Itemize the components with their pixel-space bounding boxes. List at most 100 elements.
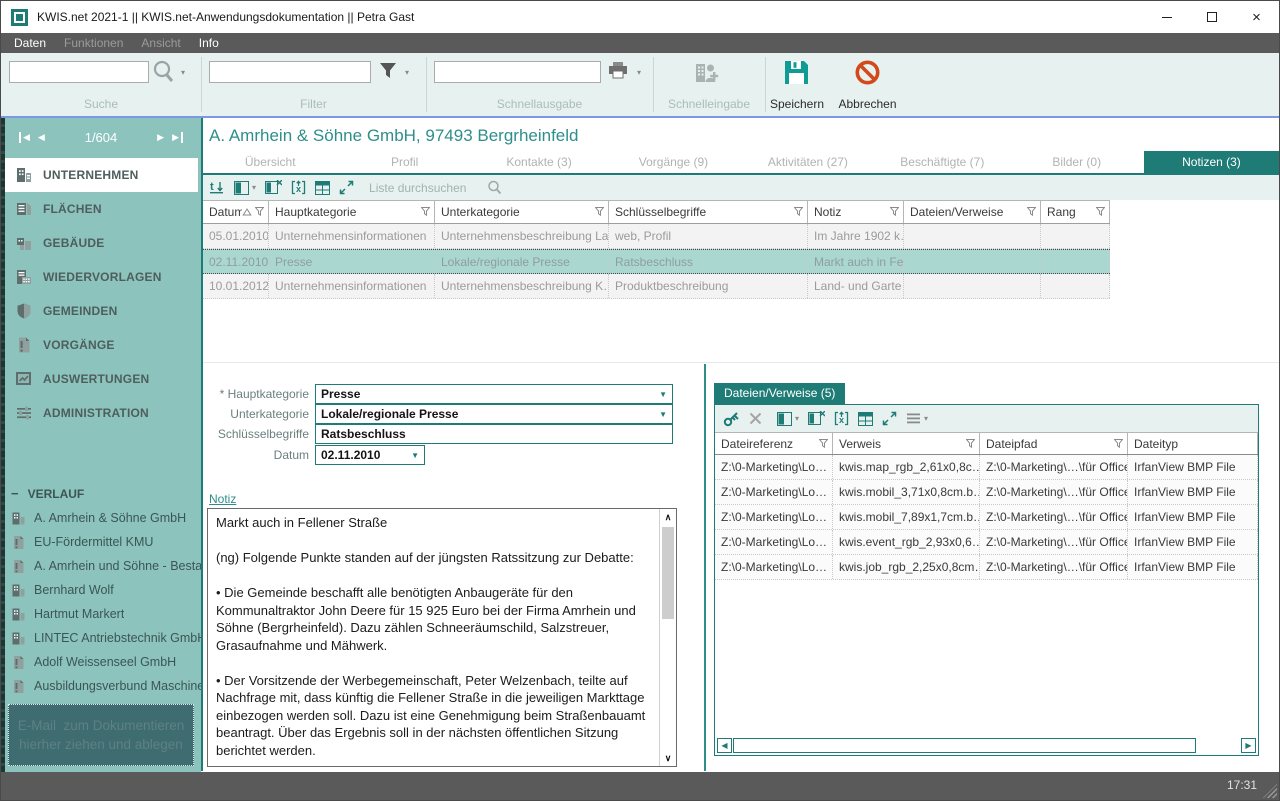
files-hscrollbar[interactable]: ◀ ▶ <box>717 738 1256 753</box>
hauptkategorie-select[interactable]: Presse ▼ <box>315 384 673 404</box>
scroll-right-icon[interactable]: ▶ <box>1241 738 1256 753</box>
menu-item-daten[interactable]: Daten <box>5 33 55 53</box>
column-chooser-icon[interactable] <box>777 412 792 426</box>
sidebar-item-unternehmen[interactable]: UNTERNEHMEN <box>5 158 198 192</box>
menu-item-funktionen[interactable]: Funktionen <box>55 33 132 53</box>
save-icon[interactable] <box>783 59 810 86</box>
column-chooser-icon[interactable] <box>234 181 249 195</box>
tab-vorgange-9[interactable]: Vorgänge (9) <box>606 151 740 173</box>
column-header-rang[interactable]: Rang <box>1041 201 1110 223</box>
table-row[interactable]: Z:\0-Marketing\Lo…kwis.event_rgb_2,93x0,… <box>715 530 1258 555</box>
verlauf-item-eu-fordermittel-kmu[interactable]: EU-Fördermittel KMU <box>1 530 201 554</box>
panel-splitter[interactable] <box>704 364 706 771</box>
cancel-icon[interactable] <box>854 59 881 86</box>
menu-item-info[interactable]: Info <box>190 33 228 53</box>
filter-dropdown-icon[interactable]: ▾ <box>405 68 409 77</box>
search-input[interactable] <box>9 61 149 83</box>
verlauf-header[interactable]: − VERLAUF <box>1 486 201 501</box>
save-button[interactable]: Speichern <box>765 97 829 111</box>
list-search-input[interactable] <box>369 181 487 195</box>
schluesselbegriffe-input[interactable]: Ratsbeschluss <box>315 424 673 444</box>
column-chooser-dropdown-icon[interactable]: ▾ <box>795 414 799 423</box>
cancel-button[interactable]: Abbrechen <box>831 97 904 111</box>
hscrollbar-track[interactable] <box>733 738 1196 753</box>
scroll-left-icon[interactable]: ◀ <box>717 738 732 753</box>
previous-record-button[interactable]: ◀ <box>34 132 49 143</box>
sidebar-item-auswertungen[interactable]: AUSWERTUNGEN <box>5 362 198 396</box>
remove-column-icon[interactable] <box>808 411 825 426</box>
verlauf-item-hartmut-markert[interactable]: Hartmut Markert <box>1 602 201 626</box>
maximize-button[interactable] <box>1189 1 1234 33</box>
table-row[interactable]: 02.11.2010PresseLokale/regionale PresseR… <box>203 249 1110 274</box>
notiz-textarea[interactable]: Markt auch in Fellener Straße (ng) Folge… <box>207 508 677 767</box>
verlauf-item-bernhard-wolf[interactable]: Bernhard Wolf <box>1 578 201 602</box>
close-button[interactable]: × <box>1234 1 1279 33</box>
verlauf-item-ausbildungsverbund-maschine[interactable]: Ausbildungsverbund Maschine… <box>1 674 201 698</box>
verlauf-item-lintec-antriebstechnik-gmbh[interactable]: LINTEC Antriebstechnik GmbH <box>1 626 201 650</box>
table-row[interactable]: 10.01.2012UnternehmensinformationenUnter… <box>203 274 1110 299</box>
table-row[interactable]: Z:\0-Marketing\Lo…kwis.job_rgb_2,25x0,8c… <box>715 555 1258 580</box>
expand-icon[interactable] <box>882 411 897 426</box>
verlauf-item-a-amrhein-und-sohne-besta[interactable]: A. Amrhein und Söhne - Besta… <box>1 554 201 578</box>
sidebar-item-vorgange[interactable]: VORGÄNGE <box>5 328 198 362</box>
table-row[interactable]: Z:\0-Marketing\Lo…kwis.map_rgb_2,61x0,8c… <box>715 455 1258 480</box>
sidebar-item-wiedervorlagen[interactable]: WIEDERVORLAGEN <box>5 260 198 294</box>
minimize-button[interactable] <box>1144 1 1189 33</box>
files-tab[interactable]: Dateien/Verweise (5) <box>714 383 845 404</box>
verlauf-item-adolf-weissenseel-gmbh[interactable]: Adolf Weissenseel GmbH <box>1 650 201 674</box>
table-row[interactable]: Z:\0-Marketing\Lo…kwis.mobil_3,71x0,8cm.… <box>715 480 1258 505</box>
tab-notizen-3[interactable]: Notizen (3) <box>1144 151 1279 173</box>
filter-icon[interactable] <box>819 437 828 451</box>
search-icon[interactable] <box>152 60 178 86</box>
column-header-hauptkategorie[interactable]: Hauptkategorie <box>269 201 435 223</box>
column-header-datum[interactable]: Datum <box>203 201 269 223</box>
filter-icon[interactable] <box>255 205 264 219</box>
sidebar-item-administration[interactable]: ADMINISTRATION <box>5 396 198 430</box>
resize-grip[interactable] <box>1263 784 1277 798</box>
column-header-dateityp[interactable]: Dateityp <box>1128 433 1258 454</box>
grid-view-icon[interactable] <box>858 412 873 426</box>
menu-icon[interactable] <box>906 412 921 425</box>
scroll-up-icon[interactable]: ∧ <box>660 509 676 525</box>
quick-output-input[interactable] <box>434 61 601 83</box>
remove-column-icon[interactable] <box>265 180 282 195</box>
filter-icon[interactable] <box>595 205 604 219</box>
filter-icon[interactable] <box>1027 205 1036 219</box>
quick-entry-button[interactable]: Schnelleingabe <box>653 97 765 111</box>
tab-ubersicht[interactable]: Übersicht <box>203 151 337 173</box>
notiz-scrollbar[interactable]: ∧ ∨ <box>659 509 676 766</box>
menu-dropdown-icon[interactable]: ▾ <box>924 414 928 423</box>
grid-view-icon[interactable] <box>315 181 330 195</box>
filter-icon[interactable] <box>794 205 803 219</box>
datum-picker[interactable]: 02.11.2010 ▼ <box>315 445 425 465</box>
excel-export-icon[interactable]: x <box>834 411 849 426</box>
quick-output-dropdown-icon[interactable]: ▾ <box>637 68 641 77</box>
filter-icon[interactable] <box>1114 437 1123 451</box>
table-row[interactable]: 05.01.2010UnternehmensinformationenUnter… <box>203 224 1110 249</box>
verlauf-item-a-amrhein-sohne-gmbh[interactable]: A. Amrhein & Söhne GmbH <box>1 506 201 530</box>
attach-file-icon[interactable] <box>723 411 740 427</box>
filter-input[interactable] <box>209 61 371 83</box>
filter-icon[interactable] <box>421 205 430 219</box>
filter-icon[interactable] <box>378 62 398 79</box>
tab-aktivitaten-27[interactable]: Aktivitäten (27) <box>741 151 875 173</box>
expand-icon[interactable] <box>339 180 354 195</box>
scrollbar-thumb[interactable] <box>662 527 674 619</box>
tab-beschaftigte-7[interactable]: Beschäftigte (7) <box>875 151 1009 173</box>
next-record-button[interactable]: ▶ <box>153 132 168 143</box>
column-header-dateien-verweise[interactable]: Dateien/Verweise <box>904 201 1041 223</box>
email-dropzone[interactable]: E-Mail zum Dokumentieren hierher ziehen … <box>8 704 194 766</box>
notiz-link[interactable]: Notiz <box>209 492 236 506</box>
column-header-notiz[interactable]: Notiz <box>808 201 904 223</box>
last-record-button[interactable]: ▶ <box>168 132 187 143</box>
column-header-verweis[interactable]: Verweis <box>833 433 980 454</box>
sidebar-item-flachen[interactable]: FLÄCHEN <box>5 192 198 226</box>
filter-icon[interactable] <box>966 437 975 451</box>
sort-icon[interactable]: t <box>209 180 225 195</box>
search-dropdown-icon[interactable]: ▾ <box>181 68 185 77</box>
table-row[interactable]: Z:\0-Marketing\Lo…kwis.mobil_7,89x1,7cm.… <box>715 505 1258 530</box>
filter-icon[interactable] <box>890 205 899 219</box>
column-chooser-dropdown-icon[interactable]: ▾ <box>252 183 256 192</box>
menu-item-ansicht[interactable]: Ansicht <box>132 33 189 53</box>
printer-icon[interactable] <box>607 61 629 80</box>
